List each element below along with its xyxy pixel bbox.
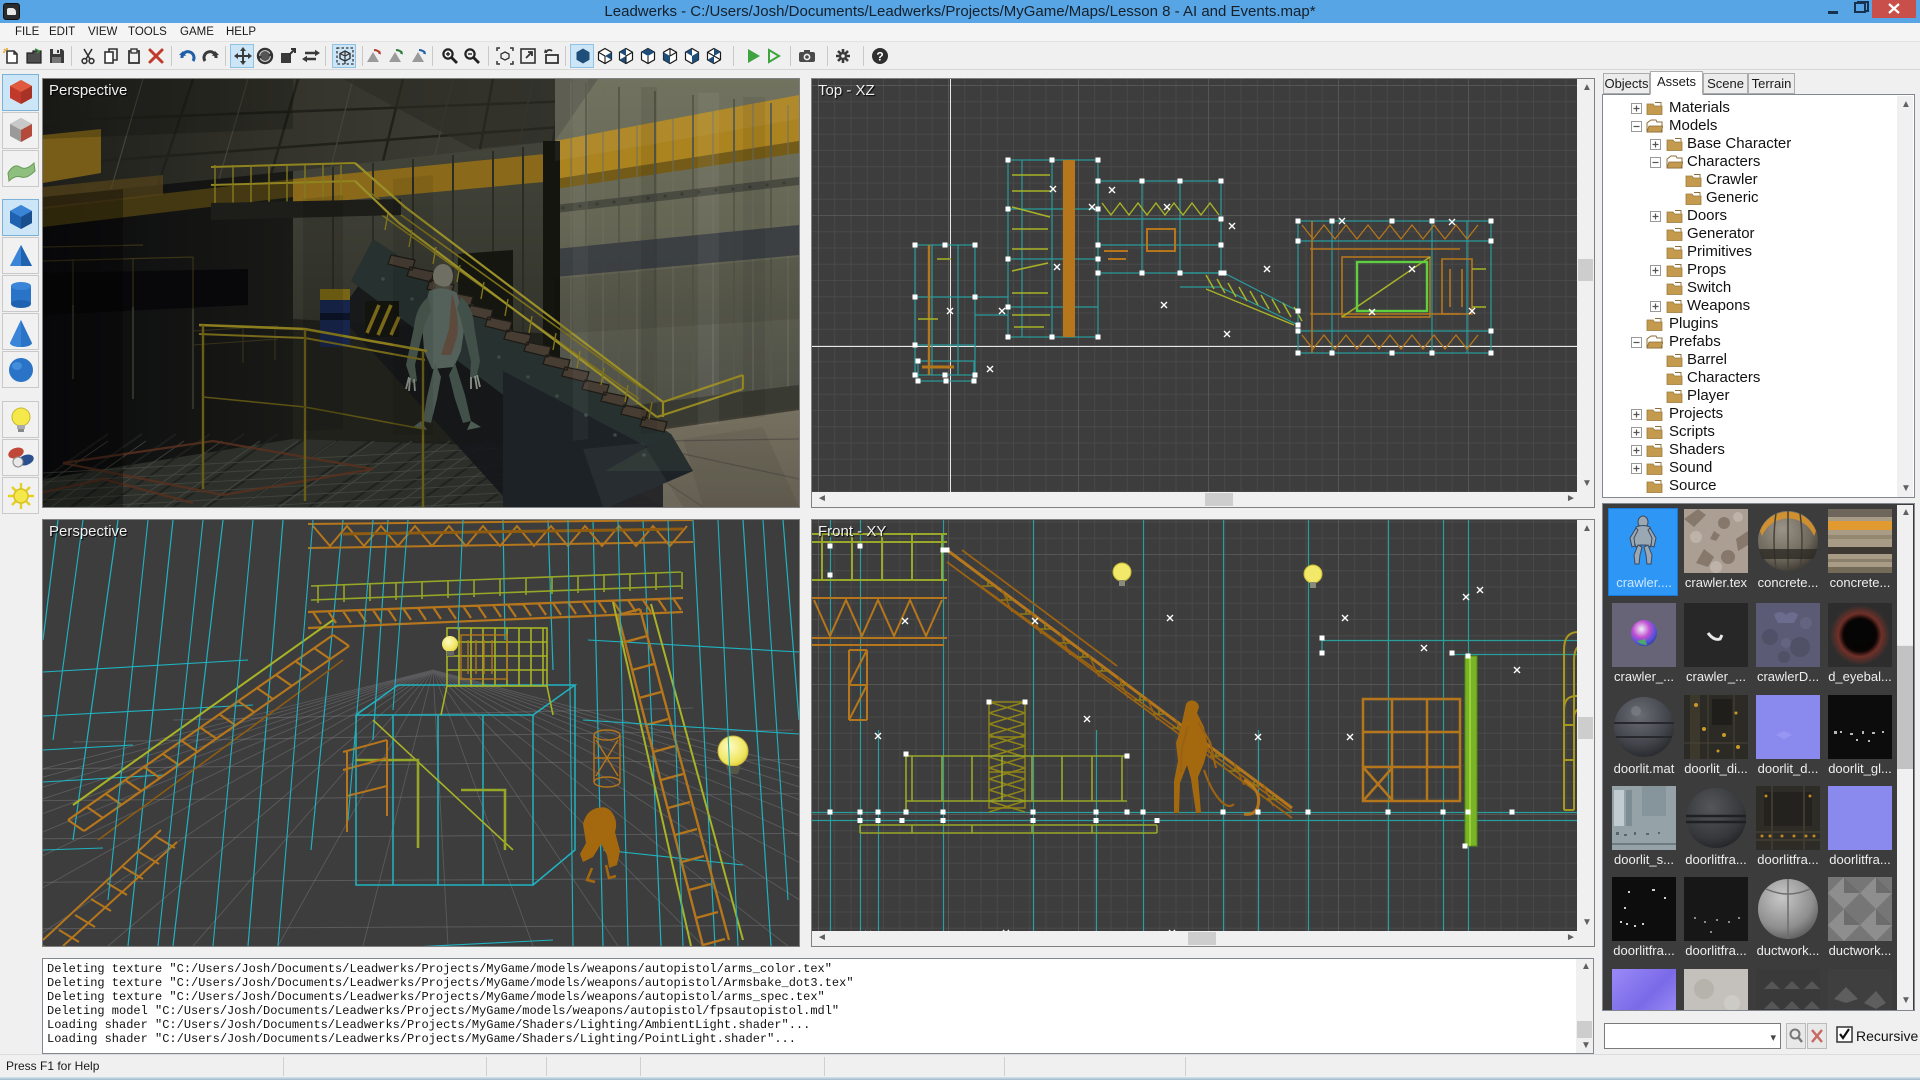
svg-text:?: ?: [876, 50, 883, 64]
